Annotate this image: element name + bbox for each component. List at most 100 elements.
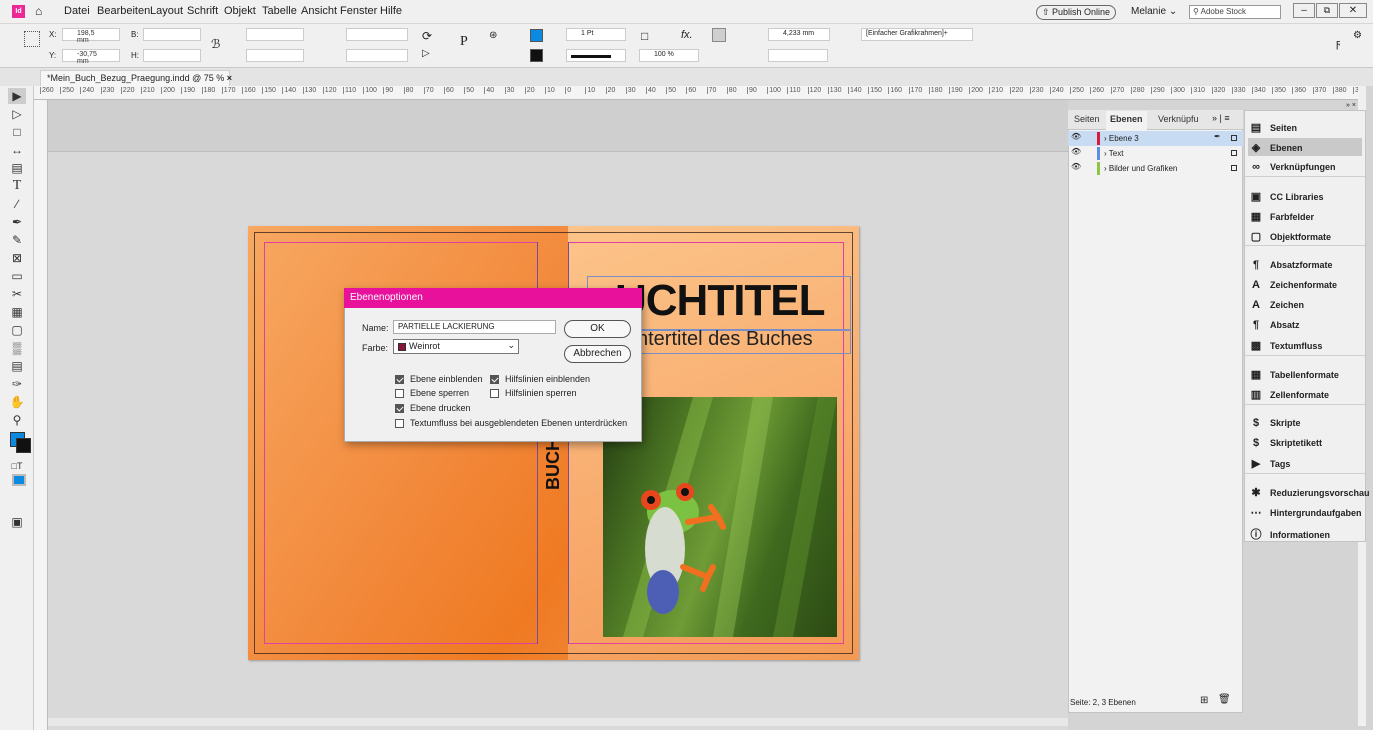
zoom-tool-icon[interactable]: ⚲	[8, 412, 26, 428]
tab-seiten[interactable]: Seiten	[1074, 114, 1100, 124]
ok-button[interactable]: OK	[564, 320, 631, 338]
close-tab-icon[interactable]: ×	[227, 73, 232, 83]
menu-tabelle[interactable]: Tabelle	[262, 5, 297, 17]
rotate-icon[interactable]: ⟳	[422, 29, 432, 43]
option-checkbox[interactable]: Ebene einblenden	[395, 374, 483, 385]
scale-y-field[interactable]	[246, 49, 304, 62]
constrain-proportions-icon[interactable]: ℬ	[211, 37, 220, 51]
dock-collapse-icon[interactable]: » ×	[1346, 102, 1356, 109]
option-checkbox[interactable]: Ebene sperren	[395, 388, 469, 399]
x-position-field[interactable]: 198,5 mm	[62, 28, 120, 44]
dock-item-tags[interactable]: ▶ Tags	[1248, 454, 1362, 472]
rectangle-frame-tool-icon[interactable]: ⊠	[8, 250, 26, 266]
dock-item-cell-styles[interactable]: ▥ Zellenformate	[1248, 385, 1362, 403]
gradient-tool-icon[interactable]: ▢	[8, 322, 26, 338]
tab-verknuepfungen[interactable]: Verknüpfu	[1158, 114, 1199, 124]
layer-name-input[interactable]: PARTIELLE LACKIERUNG	[393, 320, 556, 334]
type-tool-icon[interactable]: T	[8, 178, 26, 194]
y-position-field[interactable]: -30,75 mm	[62, 49, 120, 65]
dock-item-character-styles[interactable]: A Zeichenformate	[1248, 276, 1362, 294]
direct-selection-tool-icon[interactable]: ▷	[8, 106, 26, 122]
dock-item-scripts[interactable]: $ Skripte	[1248, 414, 1362, 432]
align-icon[interactable]	[712, 28, 726, 42]
menu-ansicht[interactable]: Ansicht	[301, 5, 337, 17]
apply-color-icon[interactable]	[12, 474, 26, 486]
stroke-color-icon[interactable]	[16, 438, 31, 453]
rectangle-tool-icon[interactable]: ▭	[8, 268, 26, 284]
gap-tool-icon[interactable]: ↔	[8, 142, 26, 158]
dock-item-table-styles[interactable]: ▦ Tabellenformate	[1248, 365, 1362, 383]
selection-tool-icon[interactable]: ▶	[8, 88, 26, 104]
stroke-weight-field[interactable]: 1 Pt	[566, 28, 626, 41]
screen-mode-icon[interactable]: ▣	[8, 514, 26, 530]
user-menu[interactable]: Melanie ⌄	[1131, 6, 1177, 17]
page-tool-icon[interactable]: □	[8, 124, 26, 140]
eye-icon[interactable]: 👁	[1071, 132, 1081, 141]
dock-item-paragraph-styles[interactable]: ¶ Absatzformate	[1248, 256, 1362, 274]
flip-icon[interactable]: ▷	[422, 48, 430, 59]
reference-point-icon[interactable]	[24, 31, 40, 47]
scale-x-field[interactable]	[246, 28, 304, 41]
fill-swatch[interactable]	[530, 29, 543, 42]
maximize-button[interactable]: ⧉	[1316, 3, 1338, 18]
free-transform-tool-icon[interactable]: ▦	[8, 304, 26, 320]
pencil-tool-icon[interactable]: ✎	[8, 232, 26, 248]
option-checkbox[interactable]: Hilfslinien einblenden	[490, 374, 590, 385]
opacity-field[interactable]: 100 %	[639, 49, 699, 62]
menu-fenster[interactable]: Fenster	[340, 5, 377, 17]
lightning-icon[interactable]: ϝ	[1336, 38, 1340, 50]
menu-objekt[interactable]: Objekt	[224, 5, 256, 17]
scissors-tool-icon[interactable]: ✂	[8, 286, 26, 302]
menu-bearbeiten[interactable]: Bearbeiten	[97, 5, 150, 17]
adobe-stock-search[interactable]: ⚲ Adobe Stock	[1189, 5, 1281, 19]
panel-menu-icon[interactable]: » | ≡	[1212, 113, 1230, 123]
dock-item-flattener-preview[interactable]: ✱ Reduzierungsvorschau	[1248, 483, 1369, 501]
dock-item-pages[interactable]: ▤ Seiten	[1248, 118, 1362, 136]
fx-icon[interactable]: fx.	[681, 29, 693, 41]
text-frame-icon[interactable]: P	[460, 34, 468, 50]
eye-icon[interactable]: 👁	[1071, 147, 1081, 156]
content-collector-icon[interactable]: ▤	[8, 160, 26, 176]
corner-options-icon[interactable]: □	[641, 29, 648, 43]
dock-item-info[interactable]: ⓘ Informationen	[1248, 523, 1362, 541]
layer-select-square[interactable]	[1231, 135, 1237, 141]
dock-item-background-tasks[interactable]: ⋯ Hintergrundaufgaben	[1248, 503, 1362, 521]
dock-item-text-wrap[interactable]: ▩ Textumfluss	[1248, 336, 1362, 354]
width-field[interactable]	[143, 28, 201, 41]
layer-color-select[interactable]: Weinrot ⌄	[393, 339, 519, 354]
dock-item-cc-libraries[interactable]: ▣ CC Libraries	[1248, 187, 1362, 205]
dock-item-links[interactable]: ∞ Verknüpfungen	[1248, 158, 1362, 176]
close-window-button[interactable]: ✕	[1339, 3, 1367, 18]
publish-online-button[interactable]: ⇧ Publish Online	[1036, 5, 1116, 20]
gradient-feather-tool-icon[interactable]: ▒	[8, 340, 26, 356]
select-container-icon[interactable]: ⊛	[489, 30, 497, 41]
horizontal-scrollbar[interactable]	[48, 718, 1068, 726]
frame-style-select[interactable]: [Einfacher Grafikrahmen]+	[861, 28, 973, 41]
tab-ebenen[interactable]: Ebenen	[1106, 111, 1147, 130]
height-field[interactable]	[143, 49, 201, 62]
pen-tool-icon[interactable]: ✒	[8, 214, 26, 230]
home-icon[interactable]: ⌂	[35, 4, 42, 18]
layer-select-square[interactable]	[1231, 165, 1237, 171]
note-tool-icon[interactable]: ▤	[8, 358, 26, 374]
stroke-type-select[interactable]	[566, 49, 626, 62]
line-tool-icon[interactable]: ∕	[8, 196, 26, 212]
dock-item-swatches[interactable]: ▦ Farbfelder	[1248, 207, 1362, 225]
dimension-field[interactable]: 4,233 mm	[768, 28, 830, 41]
menu-hilfe[interactable]: Hilfe	[380, 5, 402, 17]
trash-icon[interactable]: 🗑	[1218, 694, 1231, 705]
hand-tool-icon[interactable]: ✋	[8, 394, 26, 410]
dock-item-layers[interactable]: ◈ Ebenen	[1248, 138, 1362, 156]
eyedropper-tool-icon[interactable]: ✑	[8, 376, 26, 392]
formatting-container-icon[interactable]: □T	[8, 458, 26, 474]
dock-item-object-styles[interactable]: ▢ Objektformate	[1248, 227, 1362, 245]
minimize-button[interactable]: –	[1293, 3, 1315, 18]
eye-icon[interactable]: 👁	[1071, 162, 1081, 171]
layer-select-square[interactable]	[1231, 150, 1237, 156]
option-checkbox[interactable]: Textumfluss bei ausgeblendeten Ebenen un…	[395, 418, 627, 429]
menu-schrift[interactable]: Schrift	[187, 5, 218, 17]
menu-layout[interactable]: Layout	[150, 5, 183, 17]
menu-datei[interactable]: Datei	[64, 5, 90, 17]
shear-field[interactable]	[346, 49, 408, 62]
dock-item-character[interactable]: A Zeichen	[1248, 296, 1362, 314]
